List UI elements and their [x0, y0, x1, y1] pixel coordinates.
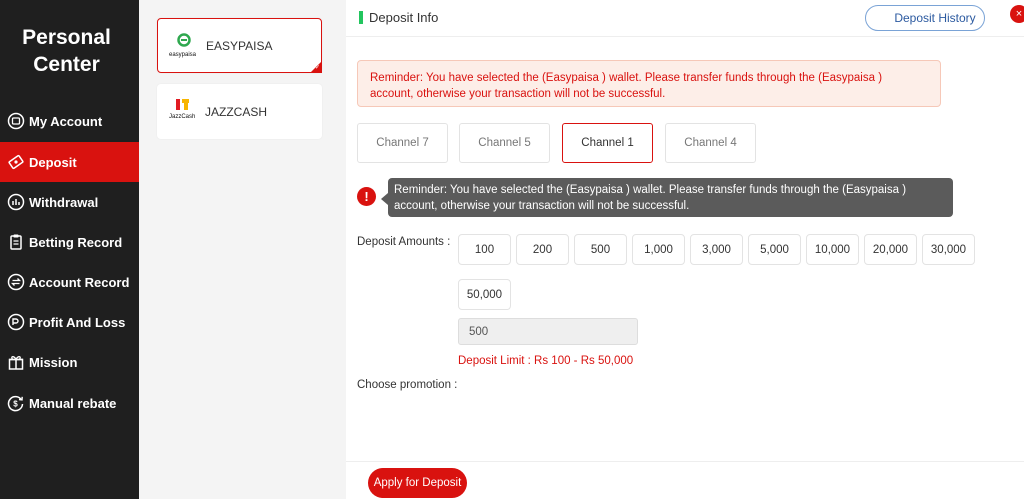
deposit-amounts-label: Deposit Amounts : [357, 236, 451, 248]
sidebar-item-mission[interactable]: Mission [0, 342, 139, 382]
deposit-panel: Deposit Info Deposit History × Reminder:… [346, 0, 1024, 499]
wallet-name: EASYPAISA [206, 38, 273, 53]
sidebar-item-account-record[interactable]: Account Record [0, 262, 139, 302]
profit-loss-icon [7, 313, 25, 331]
amount-button[interactable]: 100 [458, 234, 511, 265]
sidebar-item-manual-rebate[interactable]: $ Manual rebate [0, 383, 139, 423]
svg-text:$: $ [13, 400, 18, 409]
sidebar-item-profit-and-loss[interactable]: Profit And Loss [0, 302, 139, 342]
channel-button-1[interactable]: Channel 1 [562, 123, 653, 163]
jazzcash-logo-icon: JazzCash [167, 97, 199, 127]
gift-icon [7, 353, 25, 371]
page-title: Deposit Info [369, 10, 439, 25]
warning-icon[interactable]: ! [357, 187, 376, 206]
sidebar-item-label: Profit And Loss [29, 314, 126, 330]
rebate-icon: $ [7, 394, 25, 412]
reminder-tooltip: Reminder: You have selected the (Easypai… [388, 178, 953, 217]
sidebar-item-label: Betting Record [29, 234, 123, 250]
svg-text:easypaisa: easypaisa [169, 52, 197, 58]
panel-footer: Apply for Deposit [346, 461, 1024, 499]
sidebar-title: Personal Center [22, 26, 111, 76]
sidebar-item-label: Mission [29, 354, 78, 370]
channel-button-4[interactable]: Channel 4 [665, 123, 756, 163]
sidebar-item-withdrawal[interactable]: Withdrawal [0, 182, 139, 222]
sidebar-item-my-account[interactable]: My Account [0, 101, 139, 141]
amount-button[interactable]: 500 [574, 234, 627, 265]
deposit-amount-input[interactable] [458, 318, 638, 345]
amount-button[interactable]: 200 [516, 234, 569, 265]
sidebar: Personal Center My Account Deposit Withd… [0, 0, 139, 499]
sidebar-item-label: Withdrawal [29, 194, 99, 210]
apply-for-deposit-button[interactable]: Apply for Deposit [368, 468, 467, 498]
check-icon: ✓ [314, 65, 320, 71]
account-record-icon [7, 273, 25, 291]
amount-button[interactable]: 1,000 [632, 234, 685, 265]
tooltip-arrow [381, 193, 388, 205]
amount-button[interactable]: 20,000 [864, 234, 917, 265]
wallet-card-easypaisa[interactable]: easypaisa EASYPAISA ✓ [157, 18, 322, 73]
sidebar-item-label: Deposit [29, 154, 77, 170]
amount-button[interactable]: 10,000 [806, 234, 859, 265]
betting-record-icon [7, 233, 25, 251]
deposit-history-button[interactable]: Deposit History [865, 5, 985, 31]
amount-button[interactable]: 30,000 [922, 234, 975, 265]
sidebar-item-deposit[interactable]: Deposit [0, 142, 139, 182]
close-icon[interactable]: × [1010, 5, 1024, 23]
withdrawal-icon [7, 193, 25, 211]
channel-button-5[interactable]: Channel 5 [459, 123, 550, 163]
svg-text:JazzCash: JazzCash [169, 114, 195, 120]
sidebar-item-label: My Account [29, 113, 103, 129]
amount-button[interactable]: 5,000 [748, 234, 801, 265]
reminder-banner: Reminder: You have selected the (Easypai… [357, 60, 941, 107]
wallet-list: easypaisa EASYPAISA ✓ JazzCash JAZZCASH [139, 0, 346, 499]
panel-header: Deposit Info Deposit History × [346, 0, 1024, 37]
header-marker [359, 11, 363, 24]
deposit-icon [7, 153, 25, 171]
sidebar-item-label: Account Record [29, 274, 130, 290]
choose-promotion-label: Choose promotion : [357, 379, 458, 391]
account-icon [7, 112, 25, 130]
amount-button[interactable]: 3,000 [690, 234, 743, 265]
deposit-limit-text: Deposit Limit : Rs 100 - Rs 50,000 [458, 355, 634, 367]
easypaisa-logo-icon: easypaisa [168, 31, 200, 61]
sidebar-item-betting-record[interactable]: Betting Record [0, 222, 139, 262]
amount-button[interactable]: 50,000 [458, 279, 511, 310]
sidebar-item-label: Manual rebate [29, 395, 117, 411]
wallet-name: JAZZCASH [205, 104, 268, 119]
wallet-card-jazzcash[interactable]: JazzCash JAZZCASH [157, 84, 322, 139]
channel-button-7[interactable]: Channel 7 [357, 123, 448, 163]
